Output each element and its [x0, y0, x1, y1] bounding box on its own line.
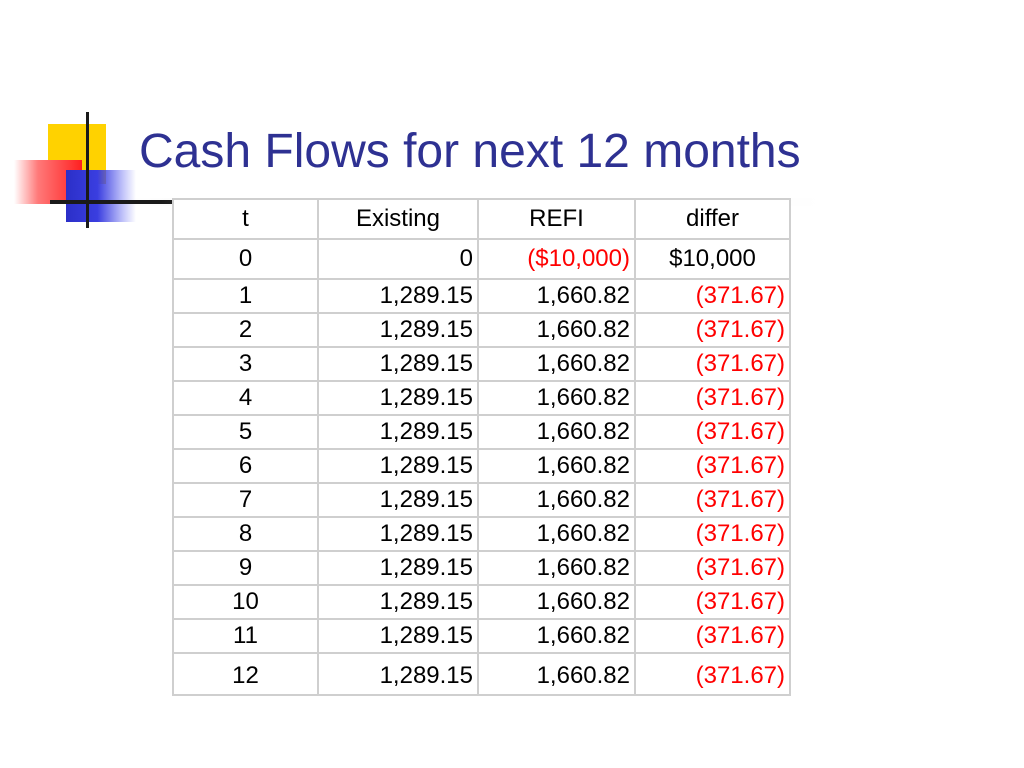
cell-existing: 1,289.15 — [317, 516, 479, 552]
cell-differ: (371.67) — [634, 414, 791, 450]
cell-differ: (371.67) — [634, 652, 791, 696]
cell-existing: 1,289.15 — [317, 312, 479, 348]
cell-refi: 1,660.82 — [477, 482, 636, 518]
cell-differ: (371.67) — [634, 618, 791, 654]
table-row: 9 1,289.15 1,660.82 (371.67) — [172, 550, 791, 586]
cell-differ: $10,000 — [634, 238, 791, 280]
cell-differ: (371.67) — [634, 584, 791, 620]
cell-existing: 1,289.15 — [317, 278, 479, 314]
table-row: 2 1,289.15 1,660.82 (371.67) — [172, 312, 791, 348]
cell-existing: 1,289.15 — [317, 652, 479, 696]
cell-existing: 1,289.15 — [317, 584, 479, 620]
cell-existing: 1,289.15 — [317, 346, 479, 382]
table-row: 7 1,289.15 1,660.82 (371.67) — [172, 482, 791, 518]
cell-existing: 1,289.15 — [317, 414, 479, 450]
cell-differ: (371.67) — [634, 278, 791, 314]
header-t: t — [172, 198, 319, 240]
logo-vertical-line — [86, 112, 89, 228]
cell-refi: 1,660.82 — [477, 516, 636, 552]
cell-differ: (371.67) — [634, 346, 791, 382]
table-row: 3 1,289.15 1,660.82 (371.67) — [172, 346, 791, 382]
table-row: 0 0 ($10,000) $10,000 — [172, 238, 791, 280]
header-refi: REFI — [477, 198, 636, 240]
cell-t: 6 — [172, 448, 319, 484]
table-row: 1 1,289.15 1,660.82 (371.67) — [172, 278, 791, 314]
cell-refi: 1,660.82 — [477, 550, 636, 586]
cell-differ: (371.67) — [634, 448, 791, 484]
cell-refi: 1,660.82 — [477, 584, 636, 620]
cell-existing: 1,289.15 — [317, 448, 479, 484]
table-row: 10 1,289.15 1,660.82 (371.67) — [172, 584, 791, 620]
cell-existing: 1,289.15 — [317, 380, 479, 416]
cell-refi: 1,660.82 — [477, 346, 636, 382]
cell-t: 0 — [172, 238, 319, 280]
cell-differ: (371.67) — [634, 380, 791, 416]
cell-refi: 1,660.82 — [477, 380, 636, 416]
table-row: 12 1,289.15 1,660.82 (371.67) — [172, 652, 791, 696]
cell-t: 9 — [172, 550, 319, 586]
cell-refi: 1,660.82 — [477, 278, 636, 314]
table-row: 5 1,289.15 1,660.82 (371.67) — [172, 414, 791, 450]
cell-differ: (371.67) — [634, 516, 791, 552]
cell-t: 11 — [172, 618, 319, 654]
table-header-row: t Existing REFI differ — [172, 198, 791, 240]
cell-existing: 1,289.15 — [317, 618, 479, 654]
header-existing: Existing — [317, 198, 479, 240]
header-differ: differ — [634, 198, 791, 240]
cell-t: 5 — [172, 414, 319, 450]
table-row: 11 1,289.15 1,660.82 (371.67) — [172, 618, 791, 654]
cell-t: 3 — [172, 346, 319, 382]
cell-refi: ($10,000) — [477, 238, 636, 280]
logo-blue-square — [66, 170, 136, 222]
cell-differ: (371.67) — [634, 482, 791, 518]
cell-t: 1 — [172, 278, 319, 314]
cell-refi: 1,660.82 — [477, 652, 636, 696]
cell-refi: 1,660.82 — [477, 414, 636, 450]
cell-t: 7 — [172, 482, 319, 518]
cell-refi: 1,660.82 — [477, 448, 636, 484]
table-row: 4 1,289.15 1,660.82 (371.67) — [172, 380, 791, 416]
cell-differ: (371.67) — [634, 550, 791, 586]
slide-title: Cash Flows for next 12 months — [139, 125, 801, 178]
table-row: 6 1,289.15 1,660.82 (371.67) — [172, 448, 791, 484]
cell-existing: 1,289.15 — [317, 482, 479, 518]
cell-t: 8 — [172, 516, 319, 552]
cash-flow-table: t Existing REFI differ 0 0 ($10,000) $10… — [172, 198, 791, 696]
cell-t: 4 — [172, 380, 319, 416]
table-row: 8 1,289.15 1,660.82 (371.67) — [172, 516, 791, 552]
cell-differ: (371.67) — [634, 312, 791, 348]
cell-refi: 1,660.82 — [477, 312, 636, 348]
cell-existing: 0 — [317, 238, 479, 280]
cell-t: 12 — [172, 652, 319, 696]
cell-t: 2 — [172, 312, 319, 348]
cell-refi: 1,660.82 — [477, 618, 636, 654]
cell-existing: 1,289.15 — [317, 550, 479, 586]
cell-t: 10 — [172, 584, 319, 620]
